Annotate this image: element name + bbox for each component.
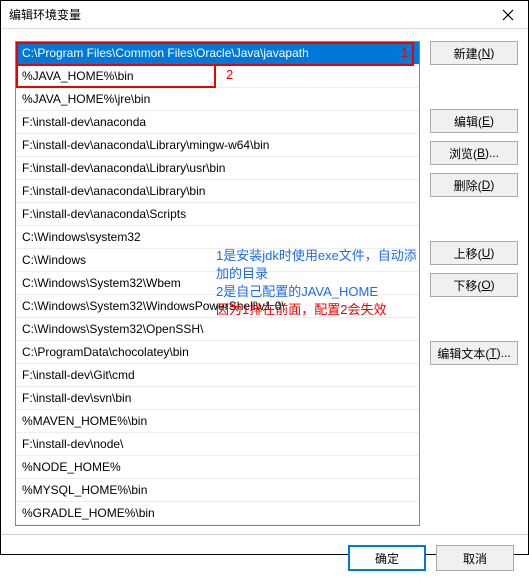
move-down-button[interactable]: 下移(O) — [430, 273, 518, 297]
list-item[interactable]: C:\ProgramData\chocolatey\bin — [16, 341, 419, 364]
move-up-button[interactable]: 上移(U) — [430, 241, 518, 265]
dialog-title: 编辑环境变量 — [9, 6, 81, 23]
list-item[interactable]: %MYSQL_HOME%\bin — [16, 479, 419, 502]
list-item[interactable]: %GRADLE_HOME%\bin — [16, 502, 419, 525]
list-item[interactable]: F:\install-dev\anaconda\Scripts — [16, 203, 419, 226]
path-list[interactable]: C:\Program Files\Common Files\Oracle\Jav… — [16, 42, 419, 525]
list-item[interactable]: F:\install-dev\anaconda\Library\usr\bin — [16, 157, 419, 180]
button-column: 新建(N) 编辑(E) 浏览(B)... 删除(D) 上移(U) 下移(O) 编… — [430, 41, 518, 526]
list-item[interactable]: C:\Windows\system32 — [16, 226, 419, 249]
footer: 确定 取消 — [1, 534, 528, 585]
list-item[interactable]: C:\Windows\System32\OpenSSH\ — [16, 318, 419, 341]
list-item[interactable]: %MAVEN_HOME%\bin — [16, 410, 419, 433]
list-item[interactable]: %JAVA_HOME%\bin — [16, 65, 419, 88]
close-icon — [502, 9, 514, 21]
list-item[interactable]: C:\Windows\System32\WindowsPowerShell\v1… — [16, 295, 419, 318]
path-list-container: C:\Program Files\Common Files\Oracle\Jav… — [15, 41, 420, 526]
ok-button[interactable]: 确定 — [348, 545, 426, 571]
content-area: C:\Program Files\Common Files\Oracle\Jav… — [1, 29, 528, 534]
titlebar: 编辑环境变量 — [1, 1, 528, 29]
list-item[interactable]: %JAVA_HOME%\jre\bin — [16, 88, 419, 111]
edit-text-button[interactable]: 编辑文本(T)... — [430, 341, 518, 365]
list-item[interactable]: C:\Windows\System32\Wbem — [16, 272, 419, 295]
browse-button[interactable]: 浏览(B)... — [430, 141, 518, 165]
delete-button[interactable]: 删除(D) — [430, 173, 518, 197]
close-button[interactable] — [488, 1, 528, 29]
list-item[interactable]: F:\install-dev\anaconda\Library\mingw-w6… — [16, 134, 419, 157]
list-item[interactable]: C:\Program Files\Common Files\Oracle\Jav… — [16, 42, 419, 65]
cancel-button[interactable]: 取消 — [436, 545, 514, 571]
list-item[interactable]: %NODE_HOME% — [16, 456, 419, 479]
list-item[interactable]: F:\install-dev\anaconda\Library\bin — [16, 180, 419, 203]
edit-button[interactable]: 编辑(E) — [430, 109, 518, 133]
dialog: 编辑环境变量 C:\Program Files\Common Files\Ora… — [0, 0, 529, 555]
list-item[interactable]: F:\install-dev\svn\bin — [16, 387, 419, 410]
list-item[interactable]: C:\Windows — [16, 249, 419, 272]
list-item[interactable]: F:\install-dev\anaconda — [16, 111, 419, 134]
list-item[interactable]: F:\install-dev\node\ — [16, 433, 419, 456]
new-button[interactable]: 新建(N) — [430, 41, 518, 65]
list-item[interactable]: F:\install-dev\Git\cmd — [16, 364, 419, 387]
